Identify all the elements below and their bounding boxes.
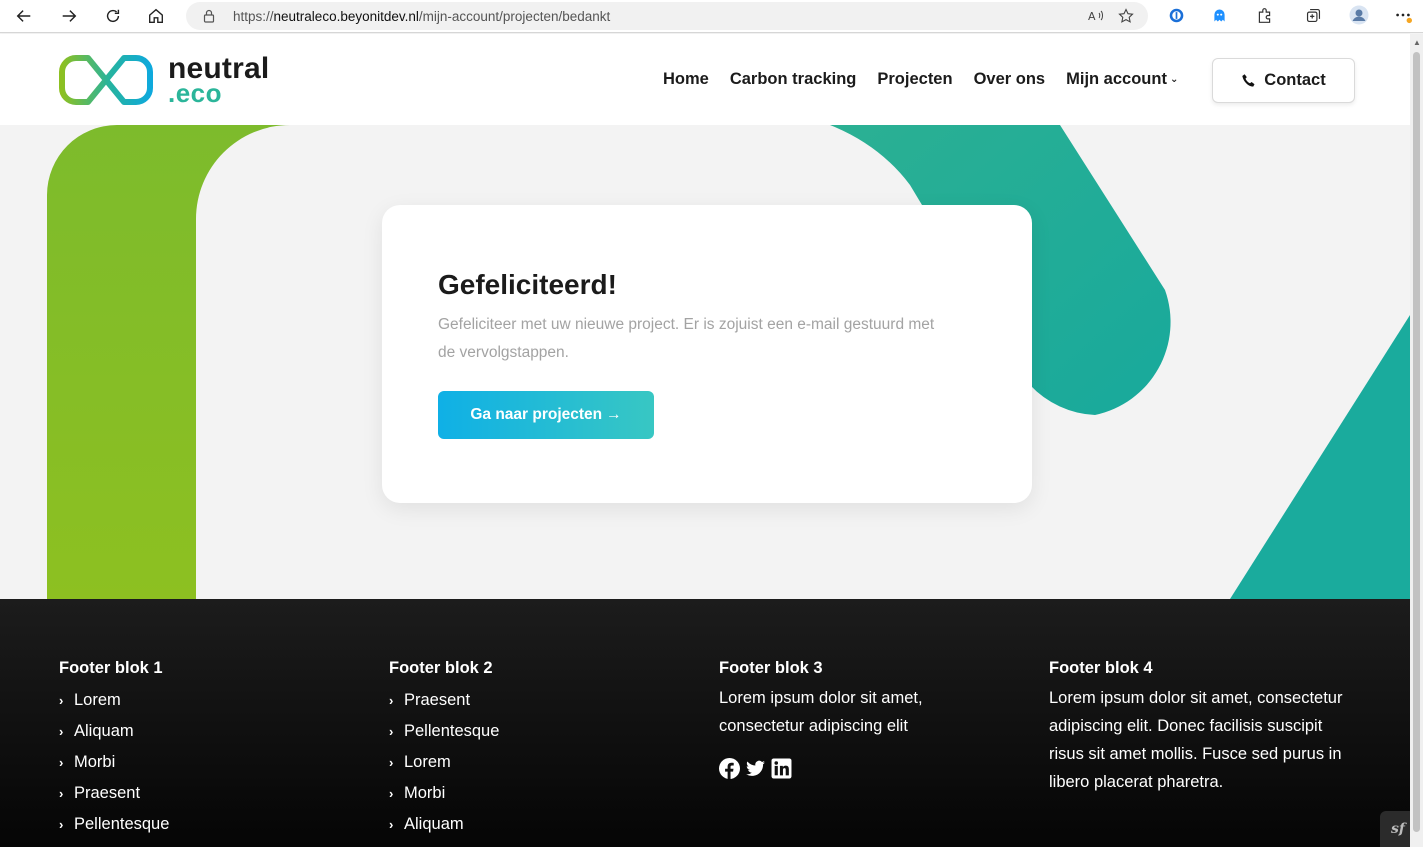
address-bar[interactable]: https://neutraleco.beyonitdev.nl/mijn-ac… [186, 2, 1148, 30]
linkedin-icon[interactable] [771, 758, 792, 779]
success-card: Gefeliciteerd! Gefeliciteer met uw nieuw… [382, 205, 1032, 503]
ghostery-icon[interactable] [1209, 5, 1229, 25]
refresh-icon[interactable] [102, 5, 124, 27]
chevron-right-icon: › [59, 755, 64, 770]
scroll-up-icon[interactable]: ▲ [1413, 38, 1421, 47]
nav-mijn-account-label: Mijn account [1066, 70, 1167, 88]
favorite-icon[interactable] [1118, 8, 1134, 24]
scrollbar-thumb[interactable] [1413, 52, 1420, 832]
chevron-right-icon: › [389, 786, 394, 801]
chevron-right-icon: › [389, 817, 394, 832]
chevron-right-icon: › [59, 817, 64, 832]
footer-link[interactable]: › Pellentesque [389, 715, 499, 746]
hero-section: Gefeliciteerd! Gefeliciteer met uw nieuw… [0, 125, 1410, 599]
site-footer: Footer blok 1 › Lorem › Aliquam › Morbi › Pr… [0, 599, 1410, 847]
success-message: Gefeliciteer met uw nieuwe project. Er i… [438, 316, 935, 361]
nav-carbon-tracking[interactable]: Carbon tracking [730, 70, 857, 89]
footer-column-4: Footer blok 4 Lorem ipsum dolor sit amet… [1049, 659, 1349, 796]
logo[interactable]: neutral .eco [58, 54, 269, 106]
footer-link[interactable]: › Pellentesque [59, 808, 169, 839]
footer-heading-2: Footer blok 2 [389, 659, 493, 677]
forward-icon[interactable] [58, 5, 80, 27]
chevron-right-icon: › [389, 693, 394, 708]
password-manager-icon[interactable] [1166, 5, 1186, 25]
nav-projecten[interactable]: Projecten [877, 70, 952, 89]
more-icon[interactable] [1393, 5, 1413, 25]
main-nav: Home Carbon tracking Projecten Over ons … [663, 70, 1178, 89]
footer-column-3: Footer blok 3 Lorem ipsum dolor sit amet… [719, 659, 979, 779]
footer-link[interactable]: › Aliquam [59, 715, 169, 746]
url-text: https://neutraleco.beyonitdev.nl/mijn-ac… [233, 8, 611, 24]
footer-link[interactable]: › Praesent [389, 684, 499, 715]
chevron-right-icon: › [59, 724, 64, 739]
home-icon[interactable] [145, 5, 167, 27]
chevron-right-icon: › [389, 724, 394, 739]
footer-column-2: Footer blok 2 › Praesent › Pellentesque › L… [389, 659, 499, 839]
footer-text-3: Lorem ipsum dolor sit amet, consectetur … [719, 689, 923, 735]
svg-text:A: A [1088, 10, 1096, 23]
arrow-right-icon: → [606, 406, 622, 423]
nav-home[interactable]: Home [663, 70, 709, 89]
go-to-projects-label: Ga naar projecten [470, 406, 603, 423]
footer-heading-1: Footer blok 1 [59, 659, 163, 677]
phone-icon [1242, 73, 1255, 87]
footer-link[interactable]: › Morbi [389, 777, 499, 808]
contact-button[interactable]: Contact [1212, 58, 1355, 103]
nav-mijn-account[interactable]: Mijn account ⌄ [1066, 70, 1178, 89]
read-aloud-icon[interactable]: A [1088, 8, 1104, 24]
go-to-projects-button[interactable]: Ga naar projecten → [438, 391, 654, 439]
footer-link[interactable]: › Praesent [59, 777, 169, 808]
footer-link[interactable]: › Aliquam [389, 808, 499, 839]
profile-avatar-icon[interactable] [1349, 5, 1369, 25]
nav-over-ons[interactable]: Over ons [974, 70, 1046, 89]
footer-link[interactable]: › Lorem [389, 746, 499, 777]
footer-link[interactable]: › Lorem [59, 684, 169, 715]
collections-icon[interactable] [1303, 5, 1323, 25]
footer-heading-4: Footer blok 4 [1049, 659, 1153, 677]
chevron-right-icon: › [59, 693, 64, 708]
page-scrollbar[interactable]: ▲ [1410, 34, 1423, 847]
footer-link[interactable]: › Morbi [59, 746, 169, 777]
back-icon[interactable] [13, 5, 35, 27]
footer-heading-3: Footer blok 3 [719, 659, 823, 677]
site-header: neutral .eco Home Carbon tracking Projec… [0, 34, 1410, 125]
browser-toolbar: https://neutraleco.beyonitdev.nl/mijn-ac… [0, 0, 1423, 33]
chevron-right-icon: › [389, 755, 394, 770]
facebook-icon[interactable] [719, 758, 740, 779]
twitter-icon[interactable] [745, 758, 766, 779]
chevron-right-icon: › [59, 786, 64, 801]
logo-infinity-icon [59, 55, 153, 105]
lock-icon [203, 9, 215, 23]
contact-button-label: Contact [1264, 71, 1326, 89]
extensions-icon[interactable] [1254, 5, 1274, 25]
footer-column-1: Footer blok 1 › Lorem › Aliquam › Morbi › Pr… [59, 659, 169, 839]
success-title: Gefeliciteerd! [438, 269, 617, 300]
footer-text-4: Lorem ipsum dolor sit amet, consectetur … [1049, 689, 1343, 791]
chevron-down-icon: ⌄ [1169, 74, 1179, 85]
